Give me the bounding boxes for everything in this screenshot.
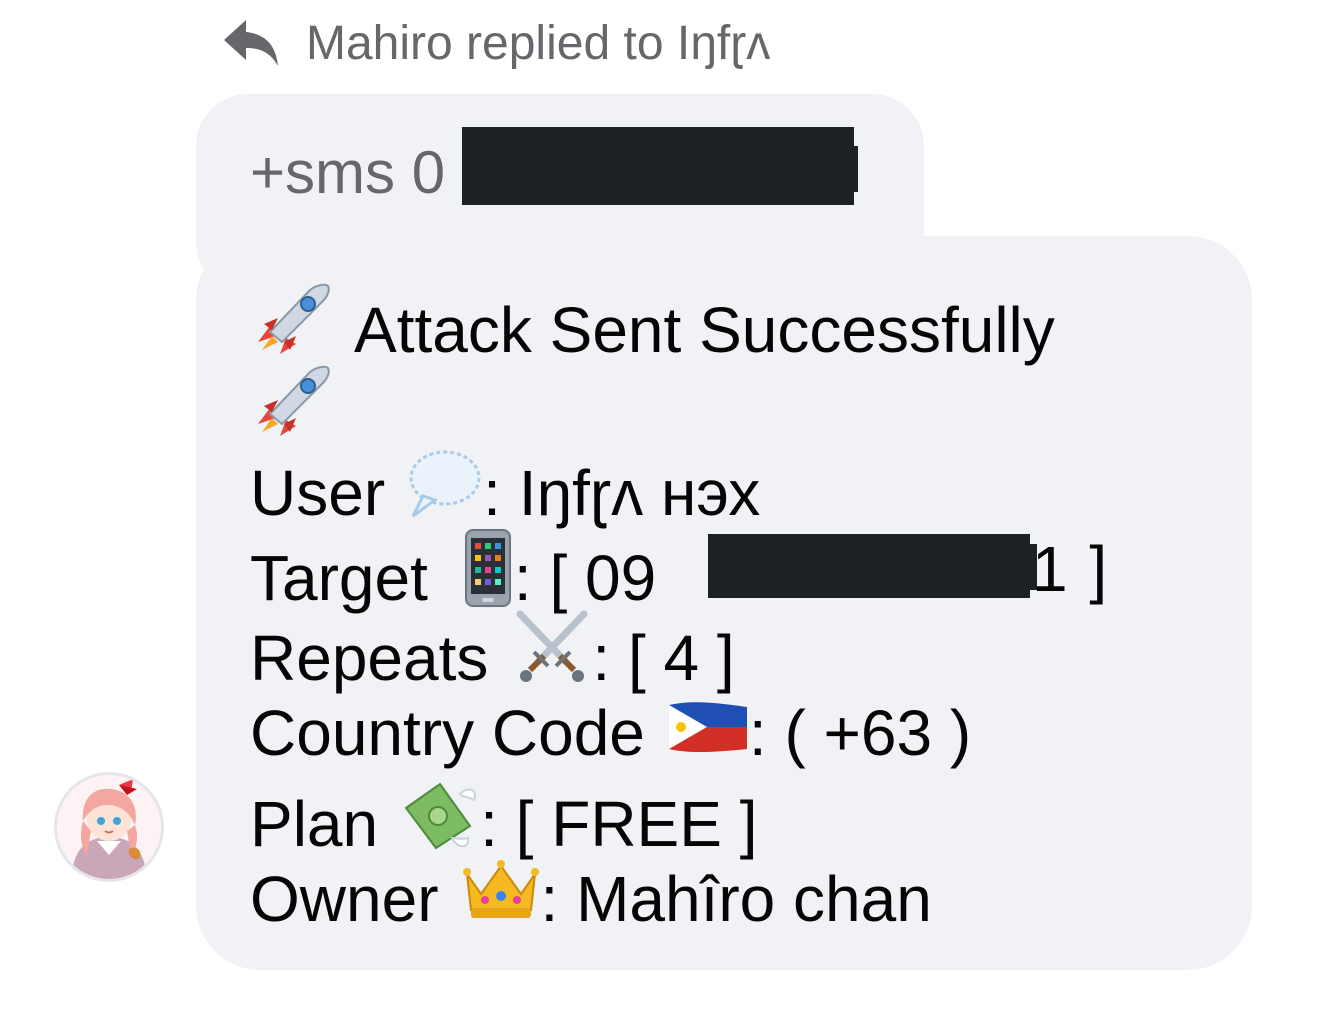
sender-avatar[interactable] xyxy=(54,772,164,882)
crown-icon xyxy=(461,856,541,941)
speech-balloon-icon xyxy=(405,446,483,539)
philippines-flag-icon xyxy=(667,692,749,774)
owner-line: Owner : Mahîro chan xyxy=(250,856,932,941)
target-label: Target xyxy=(250,541,428,614)
user-line: User : Iŋfɽʌ нэх xyxy=(250,446,760,539)
reply-arrow-icon xyxy=(222,15,284,71)
target-close-line: 1 ] xyxy=(1032,528,1110,610)
plan-label: Plan xyxy=(250,787,379,860)
country-code-line: Country Code : ( +63 ) xyxy=(250,692,971,774)
user-label: User xyxy=(250,456,386,529)
redaction-bar xyxy=(462,127,854,205)
reply-header: Mahiro replied to Iŋfɽʌ xyxy=(222,12,770,74)
country-code-value: : ( +63 ) xyxy=(748,697,972,769)
crossed-swords-icon xyxy=(512,610,592,705)
redaction-bar xyxy=(708,534,1030,598)
message-title: Attack Sent Successfully xyxy=(354,293,1055,366)
plan-value: : [ FREE ] xyxy=(480,787,758,860)
reply-header-text: Mahiro replied to Iŋfɽʌ xyxy=(306,16,771,70)
user-value: : Iŋfɽʌ нэх xyxy=(483,456,761,529)
target-close: 1 ] xyxy=(1032,533,1110,605)
target-value: : [ 09 xyxy=(513,541,657,614)
anime-avatar-icon xyxy=(57,775,161,879)
repeats-label: Repeats xyxy=(250,621,489,694)
owner-label: Owner xyxy=(250,862,439,935)
repeats-line: Repeats : [ 4 ] xyxy=(250,610,735,705)
country-code-label: Country Code xyxy=(250,697,645,769)
quoted-message-text: +sms 0 xyxy=(250,139,446,206)
redaction-edge xyxy=(851,146,858,192)
owner-value: : Mahîro chan xyxy=(540,862,932,935)
message-title-line: Attack Sent Successfully xyxy=(250,280,1055,379)
repeats-value: : [ 4 ] xyxy=(592,621,735,694)
